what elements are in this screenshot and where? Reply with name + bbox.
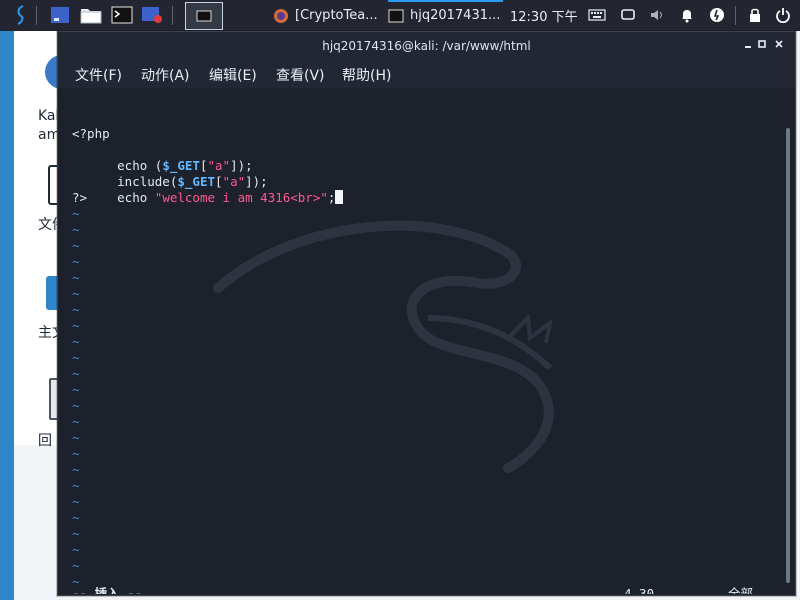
empty-line-marker: ~ [72, 526, 80, 541]
top-panel: [CryptoTea... hjq2017431... 12:30 下午 [0, 0, 800, 31]
maximize-button[interactable] [755, 37, 769, 51]
desktop-icon-trash-label: 回 [38, 433, 52, 449]
lock-icon [750, 8, 760, 22]
task-terminal[interactable]: hjq2017431... [388, 0, 503, 31]
task-browser[interactable]: [CryptoTea... [273, 0, 383, 31]
display-tray-button[interactable] [619, 6, 637, 24]
desktop-left-strip [0, 31, 14, 600]
vim-editor[interactable]: <?php echo ($_GET["a"]); include($_GET["… [58, 88, 781, 594]
clock[interactable]: 12:30 下午 [510, 0, 578, 31]
code-line-4: echo "welcome i am 4316<br>"; [72, 174, 344, 205]
text-cursor [335, 190, 344, 204]
empty-line-marker: ~ [72, 430, 80, 445]
workspace-switcher[interactable] [185, 2, 223, 30]
screen-recorder-button[interactable] [140, 4, 164, 26]
task-terminal-label: hjq2017431... [410, 8, 501, 23]
code-echo-2: echo [117, 190, 155, 205]
empty-line-marker: ~ [72, 302, 80, 317]
network-tray-button[interactable] [708, 6, 726, 24]
keyboard-tray-button[interactable] [588, 6, 606, 24]
empty-line-marker: ~ [72, 318, 80, 333]
lock-screen-button[interactable] [746, 6, 764, 24]
menu-view[interactable]: 查看(V) [276, 65, 325, 85]
empty-line-marker: ~ [72, 238, 80, 253]
terminal-launcher-button[interactable] [110, 4, 134, 26]
empty-line-marker: ~ [72, 254, 80, 269]
task-browser-label: [CryptoTea... [295, 8, 378, 23]
empty-line-marker: ~ [72, 222, 80, 237]
screen-record-icon [142, 7, 162, 23]
code-line-2: echo ($_GET["a"]); [72, 142, 252, 173]
menu-help[interactable]: 帮助(H) [342, 65, 391, 85]
terminal-icon [111, 6, 133, 24]
code-welcome-string: "welcome i am 4316<br>" [154, 190, 328, 205]
empty-line-marker: ~ [72, 334, 80, 349]
terminal-titlebar[interactable]: hjq20174316@kali: /var/www/html [58, 32, 795, 60]
keyboard-icon [588, 9, 606, 21]
menu-actions[interactable]: 动作(A) [141, 65, 190, 85]
code-line-3: include($_GET["a"]); [72, 158, 268, 189]
vim-mode-indicator: -- 插入 -- [72, 586, 143, 594]
empty-line-marker: ~ [72, 414, 80, 429]
firefox-icon [274, 8, 288, 23]
kali-dragon-icon [17, 5, 24, 25]
display-icon [621, 9, 635, 20]
minimize-icon [745, 46, 751, 48]
empty-line-marker: ~ [72, 350, 80, 365]
terminal-scrollbar[interactable] [781, 88, 795, 594]
desktop-icon [51, 7, 69, 23]
terminal-title: hjq20174316@kali: /var/www/html [322, 39, 531, 53]
empty-line-marker: ~ [72, 510, 80, 525]
code-semicolon: ; [327, 190, 336, 205]
terminal-menubar: 文件(F) 动作(A) 编辑(E) 查看(V) 帮助(H) [58, 60, 795, 88]
code-line-1: <?php [72, 126, 110, 141]
terminal-window[interactable]: hjq20174316@kali: /var/www/html 文件(F) 动作… [57, 31, 796, 596]
menu-file[interactable]: 文件(F) [75, 65, 122, 85]
close-button[interactable] [772, 37, 786, 51]
terminal-icon [388, 9, 404, 22]
empty-line-marker: ~ [72, 206, 80, 221]
kali-dragon-watermark [213, 220, 554, 473]
folder-icon [80, 9, 102, 24]
empty-line-marker: ~ [72, 366, 80, 381]
empty-line-marker: ~ [72, 542, 80, 557]
workspace-window-icon [196, 10, 212, 22]
close-icon [775, 40, 783, 48]
minimize-button[interactable] [741, 37, 755, 51]
panel-separator-2 [172, 6, 173, 25]
scroll-position: 全部 [728, 586, 754, 594]
scrollbar-thumb[interactable] [786, 128, 790, 583]
file-manager-button[interactable] [79, 4, 103, 26]
maximize-icon [758, 40, 766, 48]
panel-separator-3 [735, 6, 736, 25]
empty-line-marker: ~ [72, 558, 80, 573]
show-desktop-button[interactable] [49, 4, 71, 26]
empty-line-marker: ~ [72, 398, 80, 413]
cursor-position: 4,30 [624, 586, 655, 594]
empty-line-marker: ~ [72, 382, 80, 397]
empty-line-marker: ~ [72, 494, 80, 509]
volume-icon [651, 10, 662, 20]
empty-line-marker: ~ [72, 270, 80, 285]
panel-separator [36, 6, 37, 25]
empty-line-marker: ~ [72, 286, 80, 301]
power-icon [776, 8, 790, 23]
notifications-tray-button[interactable] [678, 6, 696, 24]
empty-line-marker: ~ [72, 446, 80, 461]
empty-line-marker: ~ [72, 462, 80, 477]
menu-edit[interactable]: 编辑(E) [209, 65, 257, 85]
network-icon [710, 8, 724, 22]
empty-line-marker: ~ [72, 478, 80, 493]
volume-tray-button[interactable] [648, 6, 666, 24]
power-button[interactable] [774, 6, 792, 24]
kali-menu-button[interactable] [10, 4, 32, 26]
code-line-5: ?> [72, 190, 88, 205]
bell-icon [682, 10, 692, 23]
